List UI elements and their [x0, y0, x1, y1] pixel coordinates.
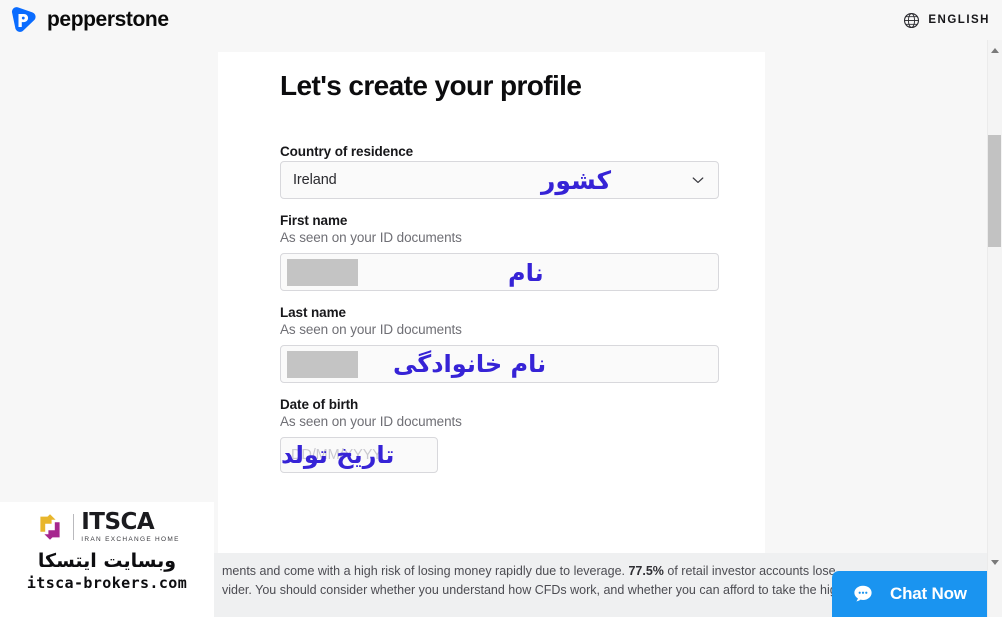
annotation-country-fa: کشور [541, 166, 612, 196]
first-name-input[interactable]: نام [280, 253, 719, 292]
field-country-of-residence: Country of residence Ireland کشور [280, 144, 719, 200]
disclaimer-text-a: ments and come with a high risk of losin… [222, 564, 629, 578]
brand-logo[interactable]: pepperstone [0, 5, 169, 35]
globe-icon [904, 12, 920, 28]
itsca-watermark: ITSCA IRAN EXCHANGE HOME وبسایت ایتسکا i… [0, 502, 214, 617]
field-hint-dob: As seen on your ID documents [280, 414, 462, 430]
scroll-down-arrow-icon[interactable] [991, 560, 999, 565]
page-scrollbar-thumb[interactable] [988, 135, 1001, 247]
date-of-birth-input[interactable]: DD/MM/YYYY تاریخ تولد [280, 437, 438, 474]
site-header: pepperstone ENGLISH [0, 0, 1002, 40]
watermark-url: itsca-brokers.com [26, 573, 188, 592]
pepperstone-logo-icon [11, 7, 36, 32]
watermark-logo-row: ITSCA IRAN EXCHANGE HOME [0, 511, 214, 544]
language-switcher[interactable]: ENGLISH [903, 12, 1002, 29]
watermark-name: ITSCA [81, 509, 155, 535]
annotation-first-name-fa: نام [508, 259, 544, 288]
last-name-input[interactable]: نام خانوادگی [280, 345, 719, 384]
brand-name: pepperstone [47, 8, 169, 31]
field-last-name: Last name As seen on your ID documents ن… [280, 305, 719, 384]
country-select[interactable]: Ireland کشور [280, 161, 719, 200]
field-label-country: Country of residence [280, 144, 414, 160]
watermark-subtitle: IRAN EXCHANGE HOME [81, 536, 180, 543]
chat-now-label: Chat Now [890, 584, 967, 603]
redaction-block-first-name [287, 259, 358, 287]
disclaimer-text-c: of retail investor accounts lose [663, 564, 836, 578]
page-scrollbar-track[interactable] [987, 40, 1002, 617]
chat-now-button[interactable]: Chat Now [832, 571, 1002, 617]
watermark-persian-text: وبسایت ایتسکا [37, 549, 177, 572]
chevron-down-icon [692, 177, 704, 184]
field-date-of-birth: Date of birth As seen on your ID documen… [280, 397, 719, 474]
field-label-last-name: Last name [280, 305, 346, 321]
chat-bubble-icon [854, 585, 872, 602]
dob-placeholder: DD/MM/YYYY [291, 447, 382, 464]
annotation-last-name-fa: نام خانوادگی [393, 350, 547, 379]
field-label-first-name: First name [280, 213, 348, 229]
watermark-divider [73, 514, 75, 541]
redaction-block-last-name [287, 351, 358, 379]
scroll-up-arrow-icon[interactable] [991, 48, 999, 53]
field-hint-first-name: As seen on your ID documents [280, 230, 462, 246]
watermark-brand: ITSCA IRAN EXCHANGE HOME [81, 511, 180, 544]
country-selected-value: Ireland [293, 172, 337, 189]
field-hint-last-name: As seen on your ID documents [280, 322, 462, 338]
disclaimer-percentage: 77.5% [628, 564, 664, 578]
profile-form-card: Let's create your profile Country of res… [218, 52, 765, 617]
page-title: Let's create your profile [280, 70, 582, 101]
itsca-arrow-logo-icon [40, 514, 60, 541]
language-label: ENGLISH [928, 14, 990, 26]
field-first-name: First name As seen on your ID documents … [280, 213, 719, 292]
field-label-dob: Date of birth [280, 397, 359, 413]
browser-viewport: pepperstone ENGLISH Let's create your pr… [0, 0, 1002, 617]
